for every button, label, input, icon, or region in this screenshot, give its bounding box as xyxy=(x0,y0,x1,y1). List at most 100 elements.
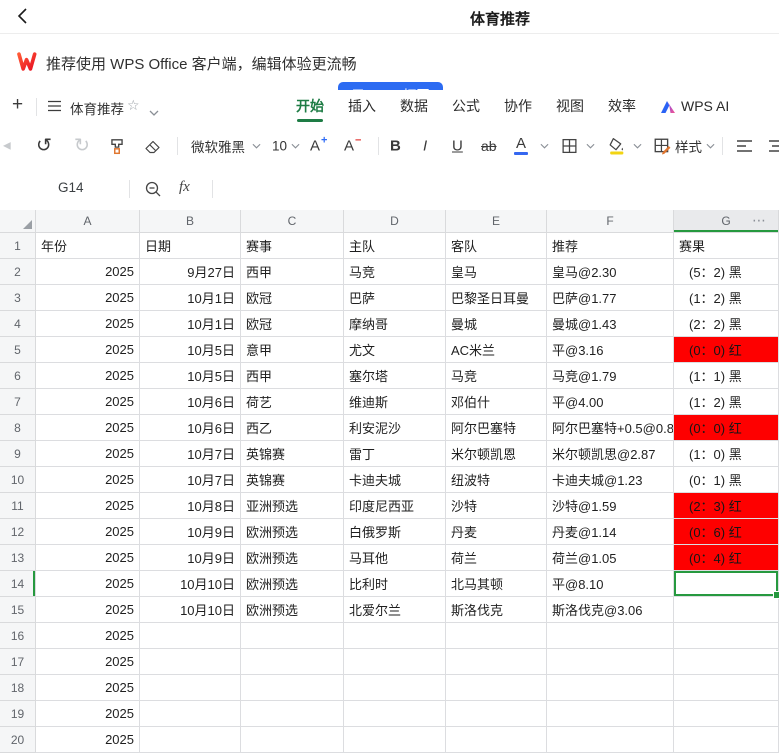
cell-B16[interactable] xyxy=(140,623,241,649)
row-header-17[interactable]: 17 xyxy=(0,649,36,675)
cell-F1[interactable]: 推荐 xyxy=(547,233,674,259)
cell-A20[interactable]: 2025 xyxy=(36,727,140,753)
row-header-11[interactable]: 11 xyxy=(0,493,36,519)
row-header-10[interactable]: 10 xyxy=(0,467,36,493)
cell-E4[interactable]: 曼城 xyxy=(446,311,547,337)
chevron-down-icon[interactable] xyxy=(586,143,595,149)
cell-G16[interactable] xyxy=(674,623,779,649)
chevron-down-icon[interactable] xyxy=(252,143,261,149)
cell-A18[interactable]: 2025 xyxy=(36,675,140,701)
undo-icon[interactable]: ↺ xyxy=(36,134,52,157)
cell-D4[interactable]: 摩纳哥 xyxy=(344,311,446,337)
cell-B4[interactable]: 10月1日 xyxy=(140,311,241,337)
cell-style-icon[interactable]: 样式 xyxy=(653,136,702,156)
cell-G17[interactable] xyxy=(674,649,779,675)
row-header-1[interactable]: 1 xyxy=(0,233,36,259)
cell-F15[interactable]: 斯洛伐克@3.06 xyxy=(547,597,674,623)
cell-F8[interactable]: 阿尔巴塞特+0.5@0.8 xyxy=(547,415,674,441)
cell-G4[interactable]: (2：2) 黑 xyxy=(674,311,779,337)
cell-D2[interactable]: 马竞 xyxy=(344,259,446,285)
cell-B8[interactable]: 10月6日 xyxy=(140,415,241,441)
cell-D12[interactable]: 白俄罗斯 xyxy=(344,519,446,545)
chevron-down-icon[interactable] xyxy=(540,143,549,149)
cell-E8[interactable]: 阿尔巴塞特 xyxy=(446,415,547,441)
tab-效率[interactable]: 效率 xyxy=(608,90,636,123)
cell-D16[interactable] xyxy=(344,623,446,649)
tab-视图[interactable]: 视图 xyxy=(556,90,584,123)
cell-B17[interactable] xyxy=(140,649,241,675)
cell-E6[interactable]: 马竞 xyxy=(446,363,547,389)
decrease-font-button[interactable]: A− xyxy=(344,137,361,154)
cell-A6[interactable]: 2025 xyxy=(36,363,140,389)
column-header-D[interactable]: D xyxy=(344,210,446,233)
cell-E11[interactable]: 沙特 xyxy=(446,493,547,519)
cell-E2[interactable]: 皇马 xyxy=(446,259,547,285)
row-header-8[interactable]: 8 xyxy=(0,415,36,441)
cell-C8[interactable]: 西乙 xyxy=(241,415,344,441)
row-header-13[interactable]: 13 xyxy=(0,545,36,571)
cell-G5[interactable]: (0：0) 红 xyxy=(674,337,779,363)
cell-D17[interactable] xyxy=(344,649,446,675)
cell-E3[interactable]: 巴黎圣日耳曼 xyxy=(446,285,547,311)
star-icon[interactable]: ☆ xyxy=(127,97,140,114)
cell-D1[interactable]: 主队 xyxy=(344,233,446,259)
format-painter-icon[interactable] xyxy=(108,137,126,155)
cell-F3[interactable]: 巴萨@1.77 xyxy=(547,285,674,311)
cell-F4[interactable]: 曼城@1.43 xyxy=(547,311,674,337)
cell-G6[interactable]: (1：1) 黑 xyxy=(674,363,779,389)
cell-G1[interactable]: 赛果 xyxy=(674,233,779,259)
cell-E18[interactable] xyxy=(446,675,547,701)
cell-B9[interactable]: 10月7日 xyxy=(140,441,241,467)
cell-G13[interactable]: (0：4) 红 xyxy=(674,545,779,571)
cell-G14[interactable] xyxy=(674,571,779,597)
cell-F6[interactable]: 马竞@1.79 xyxy=(547,363,674,389)
cell-A4[interactable]: 2025 xyxy=(36,311,140,337)
chevron-down-icon[interactable] xyxy=(706,143,715,149)
zoom-out-icon[interactable] xyxy=(144,180,162,198)
cell-E15[interactable]: 斯洛伐克 xyxy=(446,597,547,623)
cell-F16[interactable] xyxy=(547,623,674,649)
cell-B7[interactable]: 10月6日 xyxy=(140,389,241,415)
cell-F11[interactable]: 沙特@1.59 xyxy=(547,493,674,519)
cell-B20[interactable] xyxy=(140,727,241,753)
cell-E9[interactable]: 米尔顿凯恩 xyxy=(446,441,547,467)
row-header-19[interactable]: 19 xyxy=(0,701,36,727)
cell-D20[interactable] xyxy=(344,727,446,753)
cell-G3[interactable]: (1：2) 黑 xyxy=(674,285,779,311)
row-header-7[interactable]: 7 xyxy=(0,389,36,415)
cell-D11[interactable]: 印度尼西亚 xyxy=(344,493,446,519)
cell-B18[interactable] xyxy=(140,675,241,701)
cell-B1[interactable]: 日期 xyxy=(140,233,241,259)
cell-G2[interactable]: (5：2) 黑 xyxy=(674,259,779,285)
cell-C3[interactable]: 欧冠 xyxy=(241,285,344,311)
cell-C20[interactable] xyxy=(241,727,344,753)
cell-F9[interactable]: 米尔顿凯思@2.87 xyxy=(547,441,674,467)
cell-F7[interactable]: 平@4.00 xyxy=(547,389,674,415)
cell-C5[interactable]: 意甲 xyxy=(241,337,344,363)
cell-A3[interactable]: 2025 xyxy=(36,285,140,311)
row-header-9[interactable]: 9 xyxy=(0,441,36,467)
borders-icon[interactable] xyxy=(561,137,578,154)
cell-G10[interactable]: (0：1) 黑 xyxy=(674,467,779,493)
cell-C11[interactable]: 亚洲预选 xyxy=(241,493,344,519)
cell-C18[interactable] xyxy=(241,675,344,701)
cell-A9[interactable]: 2025 xyxy=(36,441,140,467)
cell-D3[interactable]: 巴萨 xyxy=(344,285,446,311)
font-size-select[interactable]: 10 xyxy=(272,138,287,153)
insert-function-icon[interactable]: fx xyxy=(179,179,190,196)
increase-font-button[interactable]: A+ xyxy=(310,137,327,154)
row-header-12[interactable]: 12 xyxy=(0,519,36,545)
column-header-C[interactable]: C xyxy=(241,210,344,233)
cell-G20[interactable] xyxy=(674,727,779,753)
back-icon[interactable] xyxy=(14,7,32,30)
cell-C9[interactable]: 英锦赛 xyxy=(241,441,344,467)
cell-A11[interactable]: 2025 xyxy=(36,493,140,519)
cell-B19[interactable] xyxy=(140,701,241,727)
cell-B6[interactable]: 10月5日 xyxy=(140,363,241,389)
column-header-B[interactable]: B xyxy=(140,210,241,233)
cell-D14[interactable]: 比利时 xyxy=(344,571,446,597)
cell-A12[interactable]: 2025 xyxy=(36,519,140,545)
redo-icon[interactable]: ↻ xyxy=(74,134,90,157)
cell-D19[interactable] xyxy=(344,701,446,727)
cell-D6[interactable]: 塞尔塔 xyxy=(344,363,446,389)
